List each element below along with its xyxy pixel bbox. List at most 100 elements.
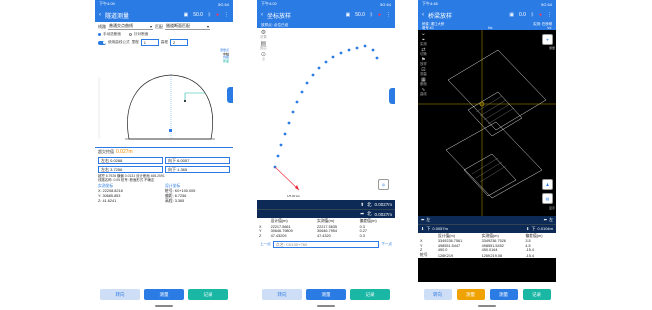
tool-label: 曲线 bbox=[420, 92, 427, 97]
locate-button[interactable]: ◎ bbox=[378, 179, 389, 190]
offset-grid: 左右 0.0268 向下 6.0057 左右 3.7256 向下 1.365 bbox=[95, 156, 233, 174]
record-button[interactable]: 记录 bbox=[350, 289, 390, 300]
next-point-button[interactable]: 下一点 bbox=[381, 242, 392, 247]
menu-icon[interactable]: ⋮ bbox=[547, 12, 552, 18]
person-icon: ♟ bbox=[545, 182, 550, 188]
stake-point bbox=[371, 48, 375, 52]
record-button[interactable]: 记录 bbox=[188, 289, 228, 300]
pier-outline bbox=[447, 50, 547, 131]
toolbar-item[interactable]: ∿ 曲线 bbox=[420, 88, 427, 97]
phone-coordinate-stakeout: 下午4:02 5G 64 ‹ 坐标放样 ▣ 50.0 ᛒ ● ⋮ 放样点: 点位… bbox=[257, 0, 395, 310]
x-value: 22208.8218 bbox=[102, 188, 123, 193]
display-side-button[interactable]: ♟ bbox=[542, 179, 553, 191]
record-button[interactable]: 记录 bbox=[522, 289, 551, 300]
menu-icon[interactable]: ⋮ bbox=[224, 12, 229, 18]
status-right: 5G 64 bbox=[218, 1, 229, 7]
system-nav bbox=[418, 302, 556, 310]
bluetooth-icon[interactable]: ᛒ bbox=[531, 12, 534, 18]
dir-label: 左 bbox=[549, 217, 553, 223]
table-header-row: 设计值(m) 实测值(m) 偏差值(m) bbox=[257, 219, 395, 225]
home-indicator[interactable] bbox=[317, 305, 335, 307]
y-label: Y bbox=[98, 193, 101, 198]
hz-left-label: 左右 bbox=[101, 157, 109, 163]
east-label: 北 bbox=[366, 211, 372, 216]
line-select-row: 线路 普通交点曲线 ▾ 匹配 隧道断面匹配 ▾ bbox=[95, 22, 233, 31]
grid-line bbox=[479, 166, 507, 183]
side-tab[interactable] bbox=[227, 87, 233, 103]
stakeout-map[interactable]: ⚙ 设置 ▤ 图层 ⊙ 点 ◎ 1/5.00 km bbox=[257, 28, 395, 200]
hz-left-value: 0.0268 bbox=[110, 158, 123, 163]
status-bar: 下午4:09 5G 64 bbox=[95, 0, 233, 8]
settings-icon[interactable]: ● bbox=[378, 12, 381, 18]
stake-point bbox=[331, 55, 335, 59]
y-value: 30685.853 bbox=[102, 193, 121, 198]
prev-point-button[interactable]: 上一点 bbox=[260, 242, 271, 247]
design-coords: 设计坐标 桩号: K0+100.005 偏距: 6.7256 高程: 3.365 bbox=[165, 184, 230, 204]
mileage-label: 桩号 bbox=[165, 188, 173, 193]
line-select[interactable]: 普通交点曲线 ▾ bbox=[108, 23, 153, 30]
toolbar-layers[interactable]: ▤ 图层 bbox=[260, 41, 267, 50]
toolbar-settings[interactable]: ⚙ 设置 bbox=[260, 30, 267, 39]
measure-button[interactable]: 测量 bbox=[306, 289, 346, 300]
arrow-left-icon: ⬅ bbox=[543, 217, 547, 223]
pin-icon: ⌖ bbox=[546, 37, 549, 43]
action-bar: 转向 测量 测量 记录 bbox=[418, 289, 556, 300]
point-nav-row: 上一点 点名: CK100+760 下一点 bbox=[257, 240, 395, 249]
back-icon[interactable]: ‹ bbox=[422, 12, 424, 18]
hz-right-value: 6.0057 bbox=[177, 158, 190, 163]
formula-toggle[interactable] bbox=[98, 40, 106, 45]
manual-radio[interactable] bbox=[98, 33, 101, 36]
north-label: 北 bbox=[366, 201, 372, 207]
home-indicator[interactable] bbox=[478, 305, 496, 307]
page-title: 坐标放样 bbox=[267, 13, 292, 20]
back-icon[interactable]: ‹ bbox=[99, 12, 101, 18]
auto-radio[interactable] bbox=[128, 33, 132, 36]
display-side-button-2[interactable]: ▤ bbox=[542, 193, 553, 205]
dist-value: 0.0104m bbox=[537, 226, 553, 232]
bridge-canvas[interactable]: ⌄ ⌖ 实测 ⇄ 切换 ⚑ 放样 ⊡ 测量 ▦ 断面 ∿ 曲线 ⌖ 测量 ♟ ▤… bbox=[418, 30, 556, 217]
toolbar-item[interactable]: ⇄ 切换 bbox=[420, 48, 427, 57]
bluetooth-icon[interactable]: ᛒ bbox=[370, 12, 373, 18]
tunnel-canvas[interactable]: 测量点 中桩 线路 断面 bbox=[95, 47, 233, 147]
tool-label: 设置 bbox=[260, 35, 267, 39]
dir-label: 左 bbox=[426, 217, 431, 223]
settings-icon[interactable]: ● bbox=[539, 12, 542, 18]
height-input[interactable]: 2 bbox=[169, 39, 188, 46]
section-select[interactable]: 隧道断面匹配 ▾ bbox=[165, 23, 210, 30]
turn-button[interactable]: 转向 bbox=[100, 289, 140, 300]
status-right: 5G 64 bbox=[380, 1, 391, 7]
measure-button-2[interactable]: 测量 bbox=[489, 289, 518, 300]
settings-icon[interactable]: ● bbox=[216, 12, 219, 18]
page-title: 桥梁放样 bbox=[428, 13, 453, 20]
bluetooth-icon[interactable]: ᛒ bbox=[208, 12, 211, 18]
turn-button[interactable]: 转向 bbox=[262, 289, 302, 300]
toolbar-item[interactable]: ⌖ 实测 bbox=[420, 38, 427, 47]
turn-button[interactable]: 转向 bbox=[423, 289, 452, 300]
home-indicator[interactable] bbox=[155, 305, 173, 307]
measured-value: 47.4320 bbox=[316, 234, 331, 239]
back-icon[interactable]: ‹ bbox=[261, 12, 263, 18]
signal-icon: ▣ bbox=[183, 12, 189, 18]
toolbar-collapse[interactable]: ⌄ bbox=[420, 31, 427, 37]
side-tool-label: 测量 bbox=[548, 46, 555, 51]
measure-button[interactable]: 测量 bbox=[456, 289, 485, 300]
v-left-label: 左右 bbox=[101, 166, 109, 172]
side-tab[interactable] bbox=[389, 88, 395, 104]
start-input[interactable]: 1 bbox=[140, 39, 159, 46]
point-name-input[interactable]: 点名: CK100+760 bbox=[272, 241, 380, 249]
toolbar-points[interactable]: ⊙ 点 bbox=[260, 52, 267, 61]
status-time: 下午4:09 bbox=[99, 1, 115, 6]
toolbar-item[interactable]: ▦ 断面 bbox=[420, 78, 427, 87]
measure-side-button[interactable]: ⌖ bbox=[542, 34, 553, 46]
action-bar: 转向 测量 记录 bbox=[257, 289, 395, 300]
chevron-down-icon: ▾ bbox=[206, 23, 209, 29]
cap-outline bbox=[463, 154, 517, 197]
toolbar-item[interactable]: ⊡ 测量 bbox=[420, 68, 427, 77]
toolbar-item[interactable]: ⚑ 放样 bbox=[420, 58, 427, 67]
elev-label: 高程 bbox=[165, 198, 173, 203]
stake-point bbox=[276, 154, 280, 158]
status-right: 5G 64 bbox=[541, 1, 552, 7]
bridge-info-bar: 桥梁: 湘江大桥 实测: 在桥墩 墩号:K1 Hz: Vz: bbox=[418, 22, 556, 31]
menu-icon[interactable]: ⋮ bbox=[386, 12, 391, 18]
measure-button[interactable]: 测量 bbox=[144, 289, 184, 300]
